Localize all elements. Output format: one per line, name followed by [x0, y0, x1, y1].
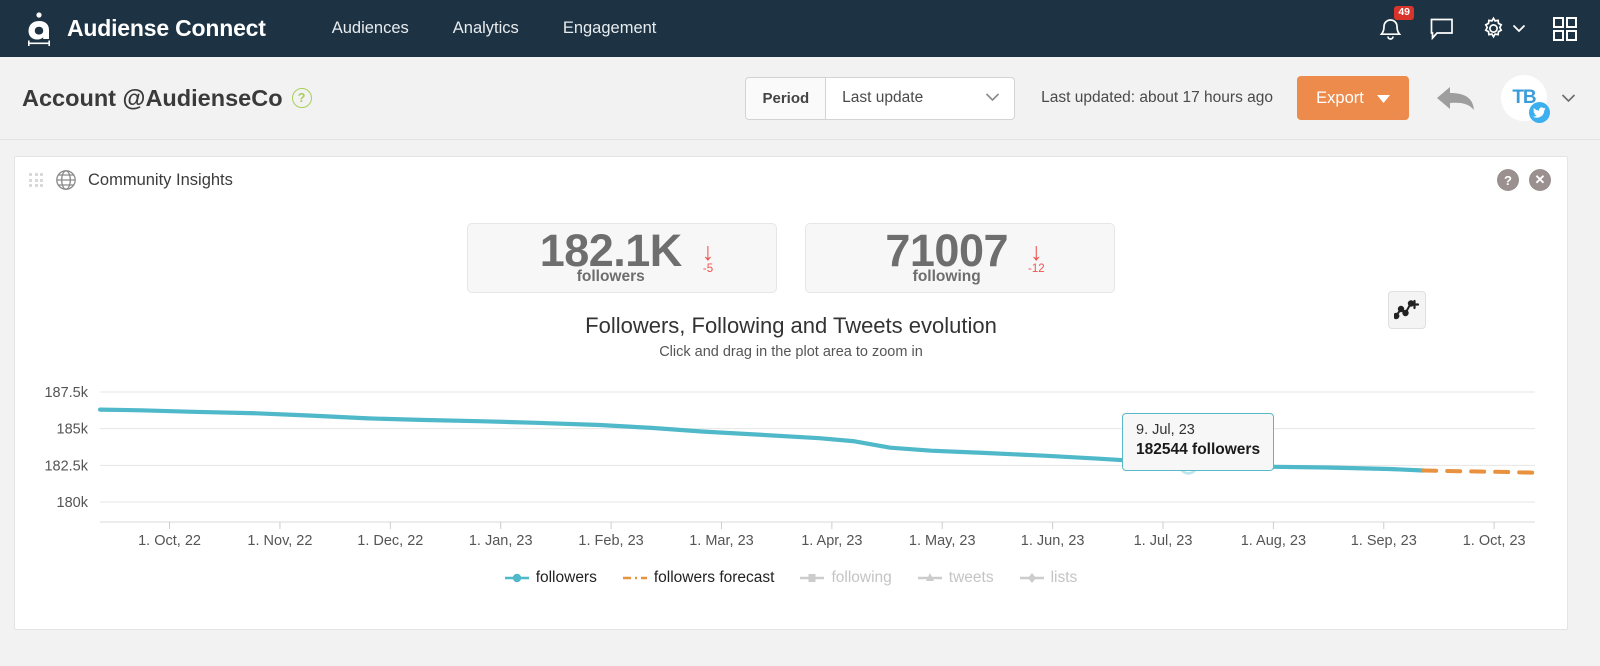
legend-label-lists: lists — [1050, 569, 1078, 586]
legend-marker-followers — [504, 573, 529, 583]
x-axis-tick-label: 1. Sep, 23 — [1351, 533, 1417, 549]
legend-label-followers: followers — [535, 569, 597, 586]
account-subheader: Account @AudienseCo ? Period Last update… — [0, 57, 1600, 140]
period-dropdown[interactable]: Last update — [826, 78, 1014, 119]
x-axis-tick-label: 1. Apr, 23 — [801, 533, 862, 549]
kpi-followers-delta-value: -5 — [702, 262, 714, 275]
export-button[interactable]: Export — [1297, 76, 1409, 120]
kpi-followers-value: 182.1K — [539, 224, 683, 276]
x-axis-tick-label: 1. Jan, 23 — [469, 533, 533, 549]
nav-link-analytics[interactable]: Analytics — [453, 19, 519, 38]
chart-block: Followers, Following and Tweets evolutio… — [15, 291, 1569, 587]
bell-icon[interactable]: 49 — [1378, 6, 1414, 42]
series-line-followers-forecast — [1421, 468, 1537, 475]
settings-menu[interactable] — [1481, 16, 1526, 41]
legend-marker-followers-forecast — [622, 576, 647, 580]
brand-name: Audiense Connect — [67, 15, 266, 41]
caret-down-icon — [1376, 89, 1390, 108]
main-nav-links: Audiences Analytics Engagement — [332, 19, 657, 38]
chevron-down-icon — [985, 89, 1000, 107]
x-axis-tick-label: 1. Dec, 22 — [357, 533, 423, 549]
legend-label-followers-forecast: followers forecast — [653, 569, 775, 586]
nav-link-engagement[interactable]: Engagement — [563, 19, 657, 38]
legend-item-lists[interactable]: lists — [1019, 569, 1078, 587]
notification-badge: 49 — [1394, 6, 1414, 21]
card-help-icon[interactable]: ? — [1497, 169, 1519, 191]
chart-svg: 187.5k 185k 182.5k 180k 1. Oct, 22 1. Nov, 22… — [44, 385, 1537, 549]
x-axis-tick-label: 1. Jun, 23 — [1021, 533, 1085, 549]
chart-point-marker[interactable] — [1181, 457, 1196, 472]
legend-marker-tweets — [917, 573, 942, 581]
audiense-logo-icon — [24, 11, 54, 46]
legend-item-following[interactable]: following — [800, 569, 892, 587]
kpi-following-delta-value: -12 — [1028, 262, 1045, 275]
gear-icon[interactable] — [1481, 16, 1506, 41]
y-axis-tick-label: 182.5k — [44, 458, 88, 474]
chart-title: Followers, Following and Tweets evolutio… — [585, 313, 997, 338]
card-actions: ? ✕ — [1497, 169, 1551, 191]
card-close-icon[interactable]: ✕ — [1529, 169, 1551, 191]
kpi-followers-main: 182.1K followers — [539, 224, 683, 287]
account-help-icon[interactable]: ? — [291, 88, 312, 108]
last-updated-text: Last updated: about 17 hours ago — [1041, 89, 1273, 106]
arrow-down-icon: ↓ — [701, 237, 715, 266]
back-arrow-icon[interactable] — [1435, 82, 1477, 114]
series-line-followers — [97, 407, 1426, 473]
x-axis-tick-label: 1. Nov, 22 — [247, 533, 312, 549]
period-value: Last update — [842, 89, 924, 106]
twitter-badge-icon — [1529, 102, 1550, 123]
legend-label-following: following — [831, 569, 892, 586]
legend-item-followers-forecast[interactable]: followers forecast — [622, 569, 775, 587]
period-label: Period — [746, 77, 827, 119]
chart-plot-area[interactable]: 187.5k 185k 182.5k 180k 1. Oct, 22 1. Nov, 22… — [15, 374, 1569, 559]
y-axis-tick-label: 180k — [57, 495, 89, 511]
x-axis-tick-label: 1. Mar, 23 — [689, 533, 753, 549]
page-title-group: Account @AudienseCo ? — [22, 85, 312, 112]
x-axis-tick-label: 1. Feb, 23 — [578, 533, 643, 549]
kpi-following-value: 71007 — [885, 224, 1008, 276]
legend-marker-lists — [1019, 573, 1044, 583]
card-header: Community Insights ? ✕ — [15, 157, 1567, 203]
export-label: Export — [1316, 88, 1364, 107]
legend-item-followers[interactable]: followers — [504, 569, 597, 587]
x-axis-tick-label: 1. Oct, 22 — [138, 533, 201, 549]
kpi-following-main: 71007 following — [885, 224, 1008, 287]
kpi-followers: 182.1K followers ↓ -5 — [467, 223, 777, 293]
legend-item-tweets[interactable]: tweets — [917, 569, 994, 587]
chart-subtitle: Click and drag in the plot area to zoom … — [659, 344, 923, 360]
kpi-following-delta: ↓ -12 — [1028, 237, 1045, 275]
avatar[interactable]: TB — [1501, 75, 1550, 123]
x-axis-tick-label: 1. Oct, 23 — [1463, 533, 1526, 549]
y-axis-tick-label: 187.5k — [44, 385, 88, 401]
x-axis-tick-label: 1. May, 23 — [909, 533, 976, 549]
add-metric-icon[interactable] — [1388, 291, 1426, 329]
kpi-following: 71007 following ↓ -12 — [805, 223, 1115, 293]
account-menu-chevron-icon[interactable] — [1561, 93, 1576, 103]
x-axis-tick-label: 1. Aug, 23 — [1241, 533, 1306, 549]
kpi-followers-delta: ↓ -5 — [701, 237, 715, 275]
arrow-down-icon: ↓ — [1030, 237, 1043, 266]
kpi-row: 182.1K followers ↓ -5 71007 following ↓ … — [15, 223, 1567, 293]
globe-icon — [55, 169, 77, 191]
chevron-down-icon[interactable] — [1512, 24, 1526, 33]
legend-marker-following — [800, 574, 825, 582]
top-navigation-bar: Audiense Connect Audiences Analytics Eng… — [0, 0, 1600, 57]
legend-label-tweets: tweets — [948, 569, 994, 586]
apps-grid-icon[interactable] — [1552, 16, 1578, 42]
period-selector[interactable]: Period Last update — [745, 76, 1016, 120]
top-nav-actions: 49 — [1378, 6, 1578, 42]
chart-legend: followers followers forecast following t… — [15, 569, 1567, 587]
chat-icon[interactable] — [1429, 17, 1455, 41]
drag-handle-icon[interactable] — [29, 173, 43, 187]
y-axis-tick-label: 185k — [57, 422, 89, 438]
nav-link-audiences[interactable]: Audiences — [332, 19, 409, 38]
community-insights-card: Community Insights ? ✕ 182.1K followers … — [14, 156, 1568, 630]
page-title: Account @AudienseCo — [22, 84, 283, 111]
card-title: Community Insights — [88, 170, 233, 189]
brand-logo-group[interactable]: Audiense Connect — [24, 11, 266, 46]
x-axis-tick-label: 1. Jul, 23 — [1134, 533, 1193, 549]
